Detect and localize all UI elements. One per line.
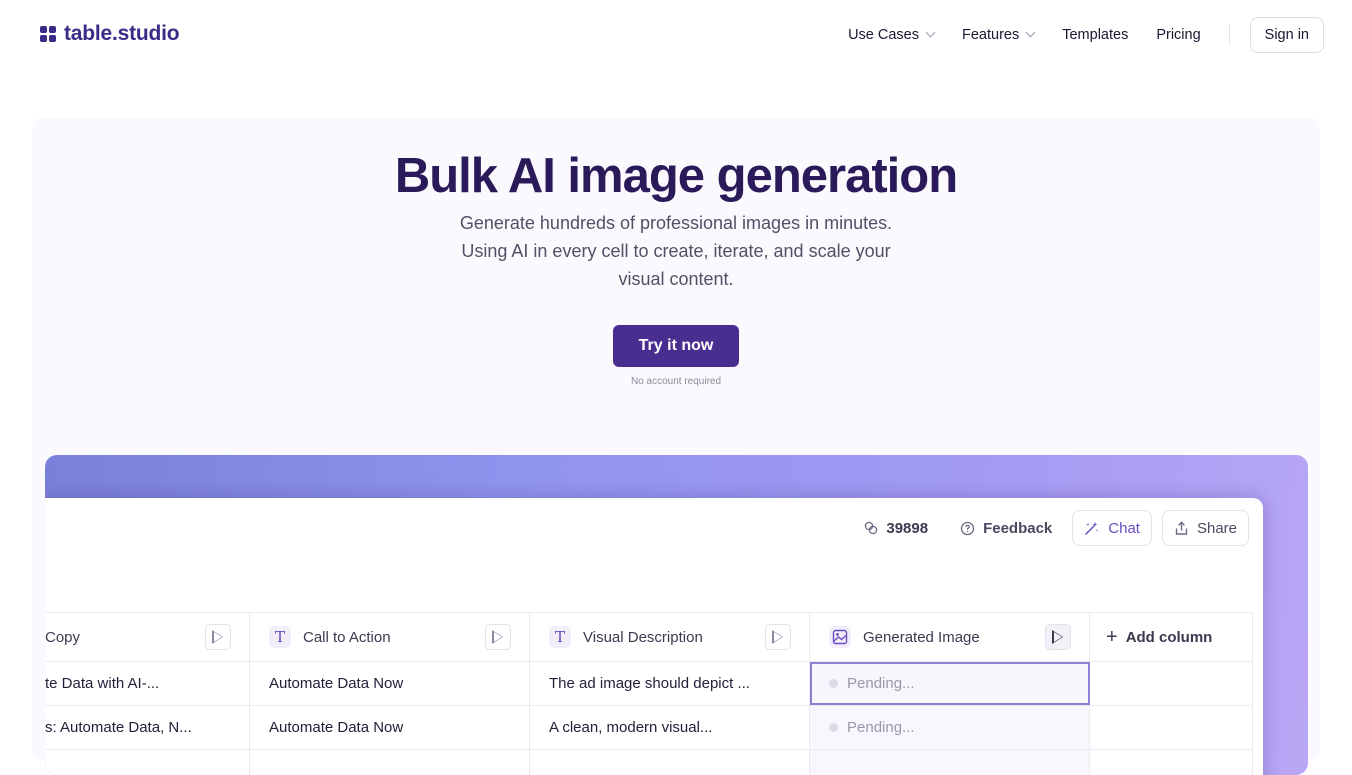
text-type-icon: T (549, 626, 571, 648)
share-label: Share (1196, 519, 1237, 537)
image-cell-pending[interactable]: Pending... (810, 662, 1090, 705)
hero-title: Bulk AI image generation (394, 149, 958, 203)
nav-pricing[interactable]: Pricing (1156, 27, 1200, 43)
try-it-now-button[interactable]: Try it now (613, 325, 739, 367)
feedback-label: Feedback (983, 519, 1053, 537)
logo[interactable]: table.studio (40, 22, 180, 46)
plus-icon: + (1106, 626, 1118, 648)
image-cell-pending[interactable]: Pending... (810, 706, 1090, 749)
app-preview: 39898 Feedback Chat Share Copy T Call to… (45, 455, 1308, 775)
table-cell-empty (1090, 706, 1252, 749)
pending-dot-icon (829, 723, 838, 732)
cta-note: No account required (630, 376, 722, 387)
text-type-icon: T (269, 626, 291, 648)
play-icon (212, 630, 223, 644)
run-column-button[interactable] (1045, 624, 1071, 650)
column-header-label: Call to Action (303, 628, 391, 646)
table-cell[interactable]: s: Automate Data, N... (45, 706, 250, 749)
pending-label: Pending... (847, 675, 915, 692)
help-circle-icon (960, 521, 975, 535)
run-column-button[interactable] (485, 624, 511, 650)
column-header-label: Copy (45, 628, 81, 646)
add-column-button[interactable]: + Add column (1090, 613, 1252, 661)
hero-subtitle: Generate hundreds of professional images… (459, 213, 893, 289)
main-nav: Use Cases Features Templates Pricing Sig… (848, 16, 1324, 53)
credits-icon (865, 521, 878, 535)
nav-features-label: Features (962, 26, 1020, 43)
table-header-row: Copy T Call to Action T Visual Descripti… (45, 612, 1252, 662)
site-header: table.studio Use Cases Features Template… (0, 0, 1352, 70)
column-header-label: Visual Description (583, 628, 703, 646)
logo-text: table.studio (64, 22, 180, 45)
app-window: 39898 Feedback Chat Share Copy T Call to… (45, 498, 1263, 775)
play-icon (492, 630, 503, 644)
table-cell-empty (1090, 750, 1252, 775)
feedback-button[interactable]: Feedback (960, 520, 1052, 537)
app-toolbar: 39898 Feedback Chat Share (832, 510, 1249, 546)
share-button[interactable]: Share (1161, 510, 1249, 546)
chevron-down-icon (1025, 27, 1036, 38)
sign-in-button[interactable]: Sign in (1249, 16, 1324, 53)
nav-use-cases[interactable]: Use Cases (848, 26, 936, 43)
table-row: s: Automate Data, N... Automate Data Now… (45, 706, 1252, 750)
table-cell[interactable] (530, 750, 810, 775)
table-row (45, 750, 1252, 775)
column-header-visual-description[interactable]: T Visual Description (530, 613, 810, 661)
table-cell-empty (1090, 662, 1252, 705)
nav-pricing-label: Pricing (1156, 26, 1201, 43)
credits-counter: 39898 (864, 520, 928, 537)
pending-dot-icon (829, 679, 838, 688)
run-column-button[interactable] (205, 624, 231, 650)
image-cell[interactable] (810, 750, 1090, 775)
credits-value: 39898 (886, 519, 929, 537)
logo-grid-icon (40, 26, 56, 42)
chat-label: Chat (1108, 519, 1140, 537)
table-cell[interactable]: te Data with AI-... (45, 662, 250, 705)
magic-wand-icon (1085, 522, 1099, 535)
data-table: Copy T Call to Action T Visual Descripti… (45, 612, 1253, 775)
table-cell[interactable] (45, 750, 250, 775)
column-header-generated-image[interactable]: Generated Image (810, 613, 1090, 661)
share-icon (1175, 520, 1188, 535)
table-cell[interactable] (250, 750, 530, 775)
nav-divider (1228, 23, 1230, 46)
table-cell[interactable]: A clean, modern visual... (530, 706, 810, 749)
chevron-down-icon (925, 27, 936, 38)
chat-button[interactable]: Chat (1072, 510, 1152, 546)
image-icon (829, 626, 851, 648)
nav-templates[interactable]: Templates (1062, 27, 1128, 43)
column-header-call-to-action[interactable]: T Call to Action (250, 613, 530, 661)
play-icon (772, 630, 783, 644)
column-header-copy[interactable]: Copy (45, 613, 250, 661)
hero-section: Bulk AI image generation Generate hundre… (32, 118, 1320, 775)
table-cell[interactable]: The ad image should depict ... (530, 662, 810, 705)
nav-use-cases-label: Use Cases (848, 26, 919, 43)
column-header-label: Generated Image (863, 628, 980, 646)
play-icon (1052, 630, 1063, 644)
add-column-label: Add column (1125, 628, 1213, 646)
table-cell[interactable]: Automate Data Now (250, 662, 530, 705)
run-column-button[interactable] (765, 624, 791, 650)
nav-features[interactable]: Features (962, 26, 1036, 43)
nav-templates-label: Templates (1062, 26, 1129, 43)
pending-label: Pending... (847, 719, 915, 736)
table-cell[interactable]: Automate Data Now (250, 706, 530, 749)
table-row: te Data with AI-... Automate Data Now Th… (45, 662, 1252, 706)
